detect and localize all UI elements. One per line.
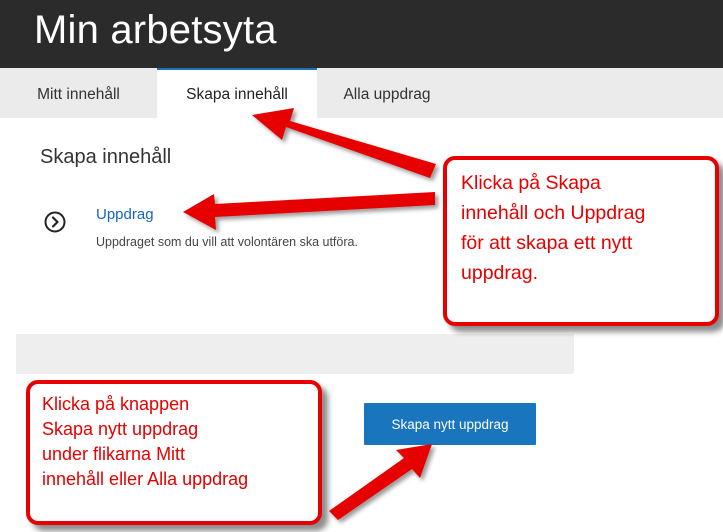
callout-bottom-line: Skapa nytt uppdrag [42, 419, 199, 439]
uppdrag-link[interactable]: Uppdrag [96, 206, 154, 223]
uppdrag-description: Uppdraget som du vill att volontären ska… [96, 235, 358, 249]
tab-alla-uppdrag[interactable]: Alla uppdrag [317, 68, 457, 118]
callout-bottom-line: under flikarna Mitt [42, 444, 186, 464]
chevron-circle-right-icon[interactable] [44, 211, 66, 233]
instruction-callout-top: Klicka på Skapa innehåll och Uppdrag för… [443, 156, 719, 326]
tab-skapa-innehall[interactable]: Skapa innehåll [157, 68, 317, 118]
page-title: Min arbetsyta [34, 8, 277, 52]
toolbar-strip [16, 334, 574, 374]
callout-top-line: Klicka på Skapa [461, 172, 601, 194]
arrow-to-uppdrag-link [183, 192, 435, 230]
callout-bottom-line: innehåll eller Alla uppdrag [42, 469, 249, 489]
workspace-header: Min arbetsyta [0, 0, 723, 68]
callout-top-line: för att skapa ett nytt [461, 232, 633, 254]
instruction-callout-bottom: Klicka på knappen Skapa nytt uppdrag und… [26, 380, 322, 525]
tab-bar: Mitt innehåll Skapa innehåll Alla uppdra… [0, 68, 723, 118]
callout-bottom-line: Klicka på knappen [42, 394, 190, 414]
tab-mitt-innehall[interactable]: Mitt innehåll [0, 68, 157, 118]
callout-top-line: uppdrag. [461, 262, 538, 284]
arrow-to-create-button [329, 444, 432, 520]
section-title: Skapa innehåll [40, 146, 172, 168]
create-new-uppdrag-button[interactable]: Skapa nytt uppdrag [364, 403, 536, 445]
callout-top-line: innehåll och Uppdrag [461, 202, 646, 224]
